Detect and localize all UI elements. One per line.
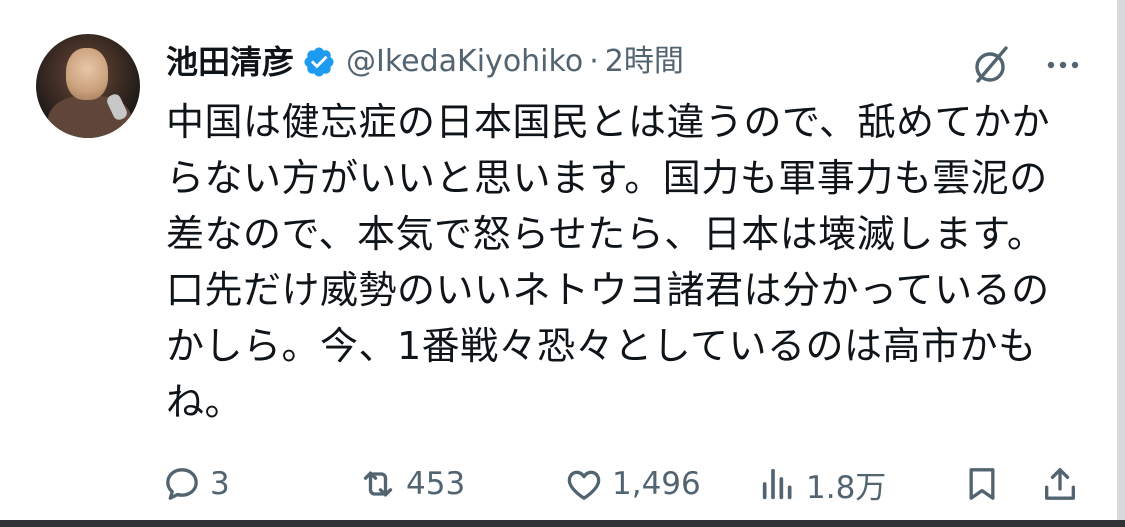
bookmark-icon	[969, 468, 995, 500]
separator-dot: ·	[589, 44, 599, 79]
verified-badge-icon	[302, 45, 336, 79]
reply-count: 3	[210, 466, 230, 502]
post-time[interactable]: 2時間	[605, 38, 684, 86]
author-handle[interactable]: @IkedaKiyohiko	[346, 38, 583, 86]
like-count: 1,496	[612, 466, 701, 502]
post-header: 池田清彦 @IkedaKiyohiko · 2時間	[166, 38, 684, 86]
author-name[interactable]: 池田清彦	[166, 38, 294, 86]
avatar[interactable]	[36, 34, 140, 138]
scrollbar-edge	[1117, 0, 1125, 527]
views-count: 1.8万	[806, 469, 887, 506]
like-icon	[567, 470, 601, 500]
repost-button[interactable]: 453	[358, 454, 465, 514]
reply-icon	[166, 468, 198, 500]
views-button[interactable]: 1.8万	[758, 454, 886, 514]
bookmark-button[interactable]	[962, 454, 1002, 514]
post-text: 中国は健忘症の日本国民とは違うので、舐めてかか らない方がいいと思います。国力も…	[166, 100, 1050, 424]
share-button[interactable]	[1040, 454, 1080, 514]
bottom-divider	[0, 520, 1125, 527]
reply-button[interactable]: 3	[162, 454, 230, 514]
grok-icon[interactable]	[968, 42, 1014, 88]
more-icon[interactable]	[1040, 42, 1086, 88]
views-icon	[762, 468, 792, 500]
repost-icon	[363, 471, 393, 497]
share-icon	[1045, 468, 1075, 500]
repost-count: 453	[406, 466, 466, 502]
like-button[interactable]: 1,496	[564, 454, 701, 514]
post-actions: 3 453 1,496 1.8万	[150, 454, 1090, 514]
